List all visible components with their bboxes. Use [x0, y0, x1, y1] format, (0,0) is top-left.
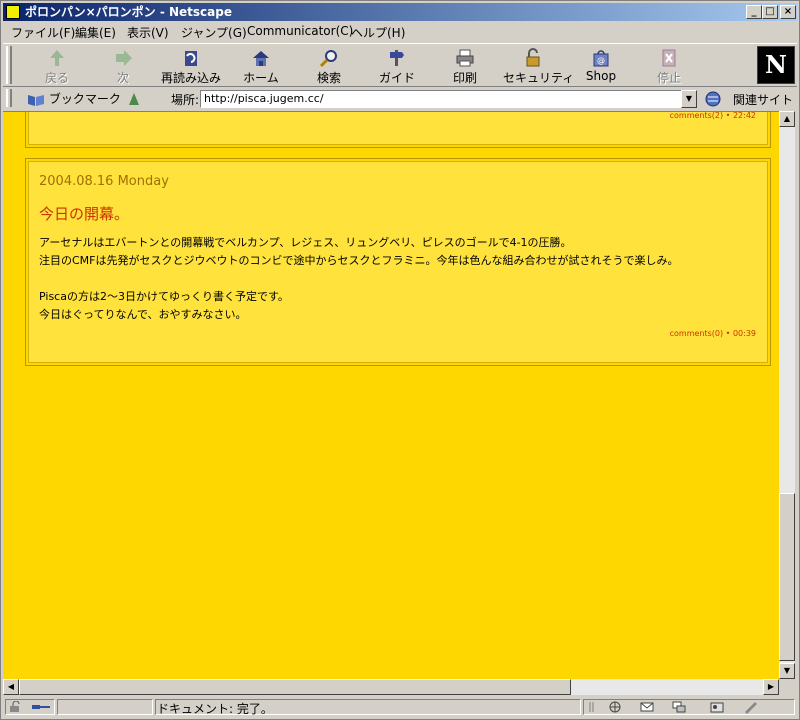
- connection-plug-icon: [32, 705, 50, 709]
- post-meta-comments[interactable]: comments(2) • 22:42: [670, 112, 756, 120]
- url-input[interactable]: http://pisca.jugem.cc/: [200, 90, 682, 108]
- netscape-app-icon: [6, 5, 20, 19]
- reload-button[interactable]: 再読み込み: [161, 46, 221, 86]
- scroll-up-button[interactable]: ▲: [779, 111, 795, 127]
- security-label: セキュリティ: [503, 71, 575, 85]
- back-button[interactable]: 戻る: [27, 46, 87, 86]
- forward-button[interactable]: 次: [93, 46, 153, 86]
- menu-edit[interactable]: 編集(E): [75, 24, 116, 41]
- status-text: ドキュメント: 完了。: [157, 702, 273, 716]
- post-body: アーセナルはエバートンとの開幕戦でベルカンプ、レジェス、リュングベリ、ピレスのゴ…: [39, 234, 679, 324]
- post-title[interactable]: 今日の開幕。: [39, 203, 129, 224]
- reload-icon: [185, 51, 197, 66]
- security-button[interactable]: セキュリティ: [503, 46, 575, 86]
- scroll-right-button[interactable]: ▶: [763, 679, 779, 695]
- menu-file[interactable]: ファイル(F): [11, 24, 75, 41]
- window-title: ポロンパン×パロンポン - Netscape: [25, 5, 232, 19]
- stop-button[interactable]: 停止: [639, 46, 699, 86]
- vertical-scrollbar[interactable]: ▲ ▼: [779, 111, 795, 679]
- search-button[interactable]: 検索: [299, 46, 359, 86]
- mail-icon[interactable]: [639, 700, 655, 714]
- menu-help[interactable]: ヘルプ(H): [351, 24, 405, 41]
- svg-text:@: @: [597, 56, 605, 65]
- location-bar: ブックマーク 場所: http://pisca.jugem.cc/ ▼ 関連サイ…: [3, 87, 797, 111]
- home-button[interactable]: ホーム: [231, 46, 291, 86]
- guide-button[interactable]: ガイド: [367, 46, 427, 86]
- post-line: アーセナルはエバートンとの開幕戦でベルカンプ、レジェス、リュングベリ、ピレスのゴ…: [39, 236, 572, 249]
- bookmarks-label: ブックマーク: [48, 92, 121, 106]
- maximize-button[interactable]: □: [762, 5, 778, 19]
- forward-label: 次: [116, 71, 129, 85]
- stop-label: 停止: [656, 71, 681, 85]
- blog-post-previous: comments(2) • 22:42: [25, 112, 771, 148]
- status-security-box: [5, 699, 55, 715]
- scroll-down-button[interactable]: ▼: [779, 663, 795, 679]
- close-button[interactable]: ×: [780, 5, 796, 19]
- reload-label: 再読み込み: [161, 71, 222, 85]
- composer-icon[interactable]: [743, 700, 759, 714]
- print-button[interactable]: 印刷: [435, 46, 495, 86]
- scroll-left-button[interactable]: ◀: [3, 679, 19, 695]
- unlocked-padlock-icon[interactable]: [9, 701, 23, 713]
- guide-icon: [390, 50, 404, 66]
- status-progress-box: [57, 699, 153, 715]
- menu-go[interactable]: ジャンプ(G): [181, 24, 247, 41]
- bookmarks-button[interactable]: ブックマーク: [27, 90, 121, 107]
- scrollbar-corner: [779, 679, 795, 695]
- forward-arrow-icon: [116, 50, 132, 66]
- menu-view[interactable]: 表示(V): [127, 24, 169, 41]
- vertical-scroll-thumb[interactable]: [779, 493, 795, 661]
- post-date: 2004.08.16 Monday: [39, 174, 169, 189]
- component-grip-icon[interactable]: [587, 700, 603, 714]
- navigator-icon[interactable]: [607, 700, 623, 714]
- print-label: 印刷: [452, 71, 477, 85]
- page-viewport: comments(2) • 22:42 2004.08.16 Monday 今日…: [3, 111, 779, 679]
- post-meta-comments[interactable]: comments(0) • 00:39: [670, 329, 756, 338]
- printer-icon: [456, 49, 474, 67]
- location-label: 場所:: [171, 93, 200, 107]
- search-label: 検索: [316, 71, 341, 85]
- stop-icon: [662, 49, 676, 67]
- home-icon: [253, 51, 269, 66]
- horizontal-scrollbar[interactable]: ◀ ▶: [3, 679, 779, 695]
- back-arrow-icon: [50, 50, 64, 66]
- post-line: Piscaの方は2〜3日かけてゆっくり書く予定です。: [39, 290, 289, 303]
- status-bar: ドキュメント: 完了。: [3, 697, 797, 717]
- post-line: 注目のCMFは先発がセスクとジウベウトのコンビで途中からセスクとフラミニ。今年は…: [39, 254, 679, 267]
- blog-post: 2004.08.16 Monday 今日の開幕。 アーセナルはエバートンとの開幕…: [25, 158, 771, 366]
- post-line: 今日はぐってりなんで、おやすみなさい。: [39, 308, 247, 321]
- related-sites-icon: [705, 91, 721, 107]
- back-label: 戻る: [44, 71, 69, 85]
- bookmark-icon: [28, 94, 44, 106]
- netscape-logo[interactable]: N: [757, 46, 795, 84]
- related-sites-label: 関連サイト: [733, 93, 794, 107]
- shop-label: Shop: [585, 69, 617, 83]
- title-bar: ポロンパン×パロンポン - Netscape _ □ ×: [3, 3, 797, 21]
- url-dropdown-button[interactable]: ▼: [681, 90, 697, 108]
- newsgroups-icon[interactable]: [671, 700, 687, 714]
- menu-communicator[interactable]: Communicator(C): [247, 24, 353, 38]
- menu-bar: ファイル(F) 編集(E) 表示(V) ジャンプ(G) Communicator…: [3, 22, 797, 41]
- location-grip[interactable]: [6, 89, 12, 107]
- guide-label: ガイド: [378, 71, 415, 85]
- toolbar-grip[interactable]: [6, 46, 12, 84]
- browser-window: ポロンパン×パロンポン - Netscape _ □ × ファイル(F) 編集(…: [0, 0, 800, 720]
- minimize-button[interactable]: _: [746, 5, 762, 19]
- horizontal-scroll-thumb[interactable]: [19, 679, 571, 695]
- address-book-icon[interactable]: [709, 700, 725, 714]
- search-icon: [319, 50, 337, 68]
- post-line: [39, 270, 679, 288]
- shop-bag-icon: @: [593, 50, 609, 67]
- shop-button[interactable]: @ Shop: [571, 46, 631, 86]
- page-proxy-icon[interactable]: [127, 91, 141, 107]
- lock-icon: [526, 48, 540, 67]
- navigation-toolbar: 戻る 次 再読み込み ホーム 検索 ガイド 印刷 セキュリティ @ Shop 停…: [3, 43, 797, 87]
- home-label: ホーム: [243, 71, 279, 85]
